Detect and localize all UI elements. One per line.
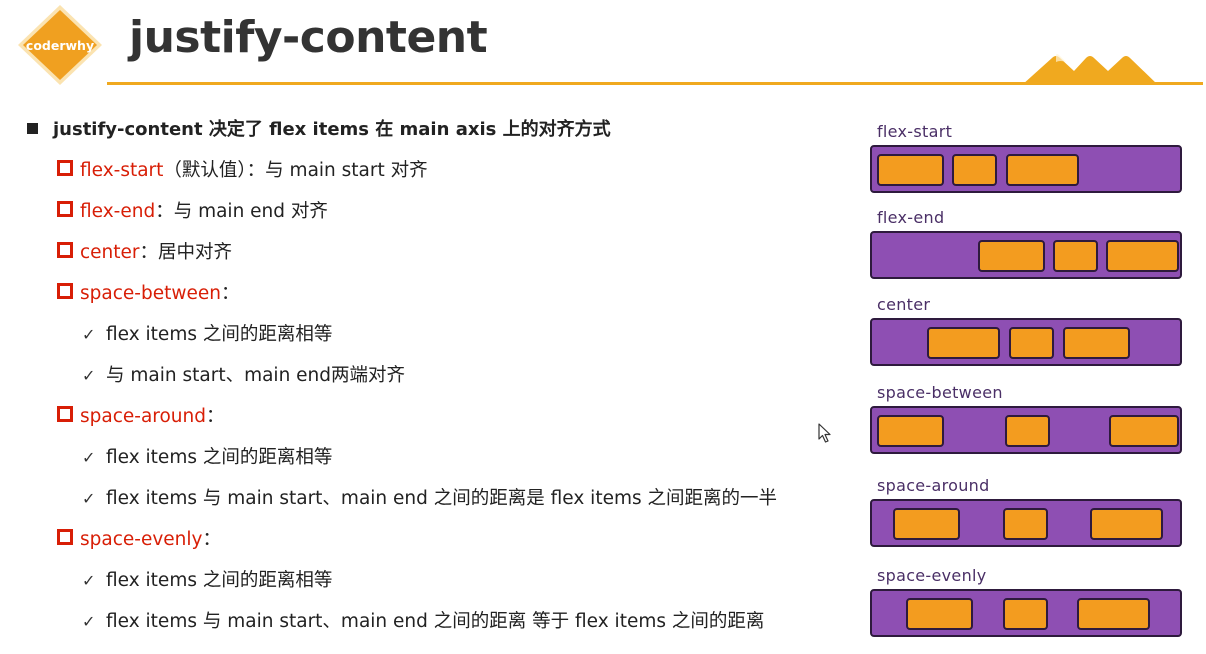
mouse-pointer-icon — [818, 423, 831, 443]
diagram-label-space-between: space-between — [877, 383, 1003, 402]
slide: coderwhy justify-content justify-content… — [0, 0, 1206, 654]
center-text: ：居中对齐 — [139, 242, 233, 263]
check-icon: ✓ — [82, 612, 96, 631]
check-icon: ✓ — [82, 448, 96, 467]
flex-start-text: （默认值）：与 main start 对齐 — [163, 160, 428, 181]
flex-item — [877, 415, 944, 447]
diagram-space-around — [870, 499, 1182, 547]
diagram-label-space-around: space-around — [877, 476, 990, 495]
flex-end-text: ：与 main end 对齐 — [155, 201, 328, 222]
space-around-point: ✓ flex items 与 main start、main end 之间的距离是… — [82, 486, 777, 512]
flex-start-keyword: flex-start — [80, 160, 164, 181]
flex-item — [1077, 598, 1150, 630]
flex-item — [1106, 240, 1179, 272]
space-evenly-text: ： — [202, 529, 221, 550]
flex-item — [1090, 508, 1163, 540]
point-text: 与 main start、main end两端对齐 — [106, 365, 406, 386]
flex-item — [927, 327, 1000, 359]
space-between-point: ✓ 与 main start、main end两端对齐 — [82, 363, 405, 389]
diagram-label-flex-start: flex-start — [877, 122, 953, 141]
flex-item — [1009, 327, 1054, 359]
space-around-bullet: space-around： — [57, 404, 225, 430]
diagram-label-space-evenly: space-evenly — [877, 566, 987, 585]
space-around-point: ✓ flex items 之间的距离相等 — [82, 445, 332, 471]
space-evenly-bullet: space-evenly： — [57, 527, 221, 553]
point-text: flex items 之间的距离相等 — [106, 570, 333, 591]
flex-item — [1063, 327, 1130, 359]
point-text: flex items 之间的距离相等 — [106, 447, 333, 468]
hollow-square-bullet-icon — [57, 529, 73, 545]
filled-square-bullet-icon — [27, 123, 38, 134]
hollow-square-bullet-icon — [57, 160, 73, 176]
check-icon: ✓ — [82, 571, 96, 590]
mountains-decoration — [1022, 54, 1158, 85]
flex-item — [906, 598, 973, 630]
diagram-label-center: center — [877, 295, 931, 314]
flex-item — [1006, 154, 1079, 186]
flex-item — [1109, 415, 1179, 447]
check-icon: ✓ — [82, 325, 96, 344]
flex-item — [952, 154, 997, 186]
flex-item — [1053, 240, 1098, 272]
point-text: flex items 与 main start、main end 之间的距离 等… — [106, 611, 765, 632]
center-keyword: center — [80, 242, 140, 263]
flex-item — [1005, 415, 1050, 447]
flex-item — [1003, 508, 1048, 540]
flex-end-bullet: flex-end：与 main end 对齐 — [57, 199, 328, 225]
space-between-bullet: space-between： — [57, 281, 239, 307]
space-evenly-keyword: space-evenly — [80, 529, 203, 550]
space-evenly-point: ✓ flex items 之间的距离相等 — [82, 568, 332, 594]
diagram-label-flex-end: flex-end — [877, 208, 945, 227]
bullet-list: justify-content 决定了 flex items 在 main ax… — [0, 0, 860, 654]
space-between-keyword: space-between — [80, 283, 221, 304]
point-text: flex items 与 main start、main end 之间的距离是 … — [106, 488, 777, 509]
diagram-space-evenly — [870, 589, 1182, 637]
flex-item — [1003, 598, 1048, 630]
justify-content-diagrams: flex-start flex-end center space-between… — [866, 118, 1188, 648]
flex-end-keyword: flex-end — [80, 201, 156, 222]
flex-item — [893, 508, 960, 540]
diagram-center — [870, 318, 1182, 366]
center-bullet: center：居中对齐 — [57, 240, 232, 266]
check-icon: ✓ — [82, 366, 96, 385]
intro-bullet: justify-content 决定了 flex items 在 main ax… — [27, 117, 611, 143]
flex-item — [978, 240, 1045, 272]
intro-text: justify-content 决定了 flex items 在 main ax… — [53, 119, 611, 140]
hollow-square-bullet-icon — [57, 283, 73, 299]
point-text: flex items 之间的距离相等 — [106, 324, 333, 345]
space-around-text: ： — [206, 406, 225, 427]
diagram-flex-end — [870, 231, 1182, 279]
diagram-space-between — [870, 406, 1182, 454]
space-between-point: ✓ flex items 之间的距离相等 — [82, 322, 332, 348]
hollow-square-bullet-icon — [57, 406, 73, 422]
space-between-text: ： — [220, 283, 240, 304]
flex-start-bullet: flex-start（默认值）：与 main start 对齐 — [57, 158, 428, 184]
check-icon: ✓ — [82, 489, 96, 508]
space-evenly-point: ✓ flex items 与 main start、main end 之间的距离 … — [82, 609, 764, 635]
hollow-square-bullet-icon — [57, 201, 73, 217]
diagram-flex-start — [870, 145, 1182, 193]
flex-item — [877, 154, 944, 186]
space-around-keyword: space-around — [80, 406, 206, 427]
hollow-square-bullet-icon — [57, 242, 73, 258]
